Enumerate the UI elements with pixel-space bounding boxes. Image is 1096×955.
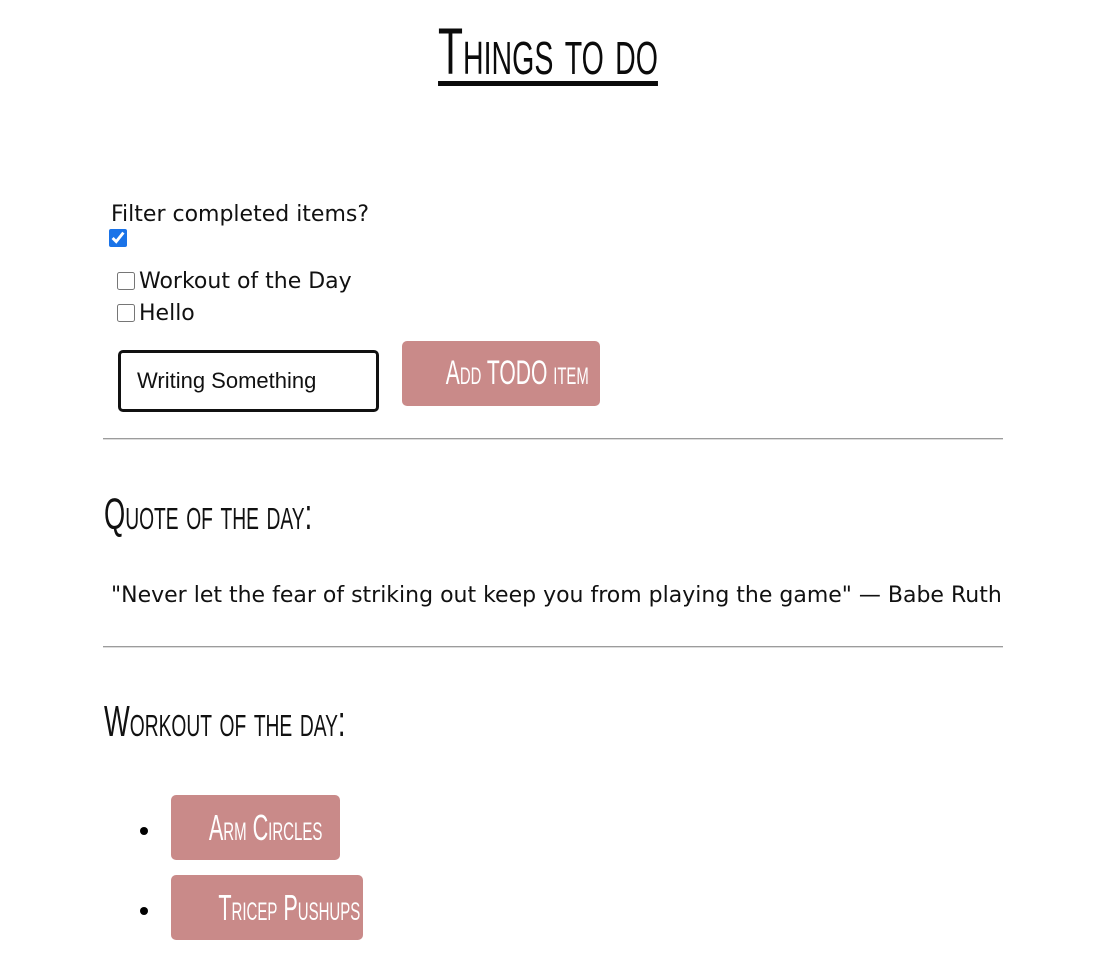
todo-item: Workout of the Day [116,265,352,297]
page-title: Things to do [438,14,658,88]
todo-checkbox[interactable] [117,304,135,322]
add-todo-button-label: Add TODO item [445,354,589,392]
filter-completed-checkbox[interactable] [109,229,127,247]
workout-item-label: Tricep Pushups [218,886,361,928]
todo-label: Workout of the Day [139,268,352,294]
quote-heading: Quote of the day: [104,490,313,539]
filter-label: Filter completed items? [111,202,370,227]
workout-item-button[interactable]: Arm Circles [171,795,340,860]
todo-list: Workout of the Day Hello [116,265,352,329]
workout-item-button[interactable]: Tricep Pushups [171,875,363,940]
divider [103,438,1003,440]
bullet [140,827,148,835]
workout-item-label: Arm Circles [208,806,323,848]
divider [103,646,1003,648]
todo-item: Hello [116,297,352,329]
todo-label: Hello [139,300,195,326]
todo-checkbox[interactable] [117,272,135,290]
bullet [140,907,148,915]
add-todo-button[interactable]: Add TODO item [402,341,600,406]
quote-text: "Never let the fear of striking out keep… [111,583,1002,608]
workout-heading: Workout of the day: [104,697,346,746]
new-todo-input[interactable] [118,350,379,412]
